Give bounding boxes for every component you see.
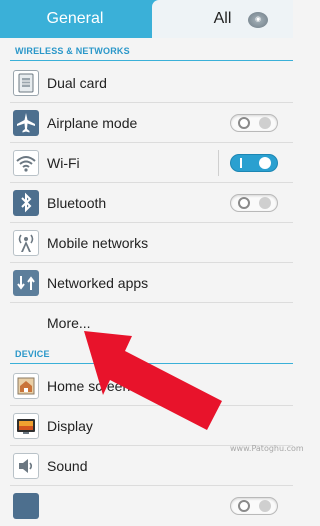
- toggle-knob: [259, 500, 271, 512]
- annotation-arrow: [84, 331, 222, 430]
- toggle-knob: [238, 500, 250, 512]
- annotation-arrow-shape: [84, 331, 222, 430]
